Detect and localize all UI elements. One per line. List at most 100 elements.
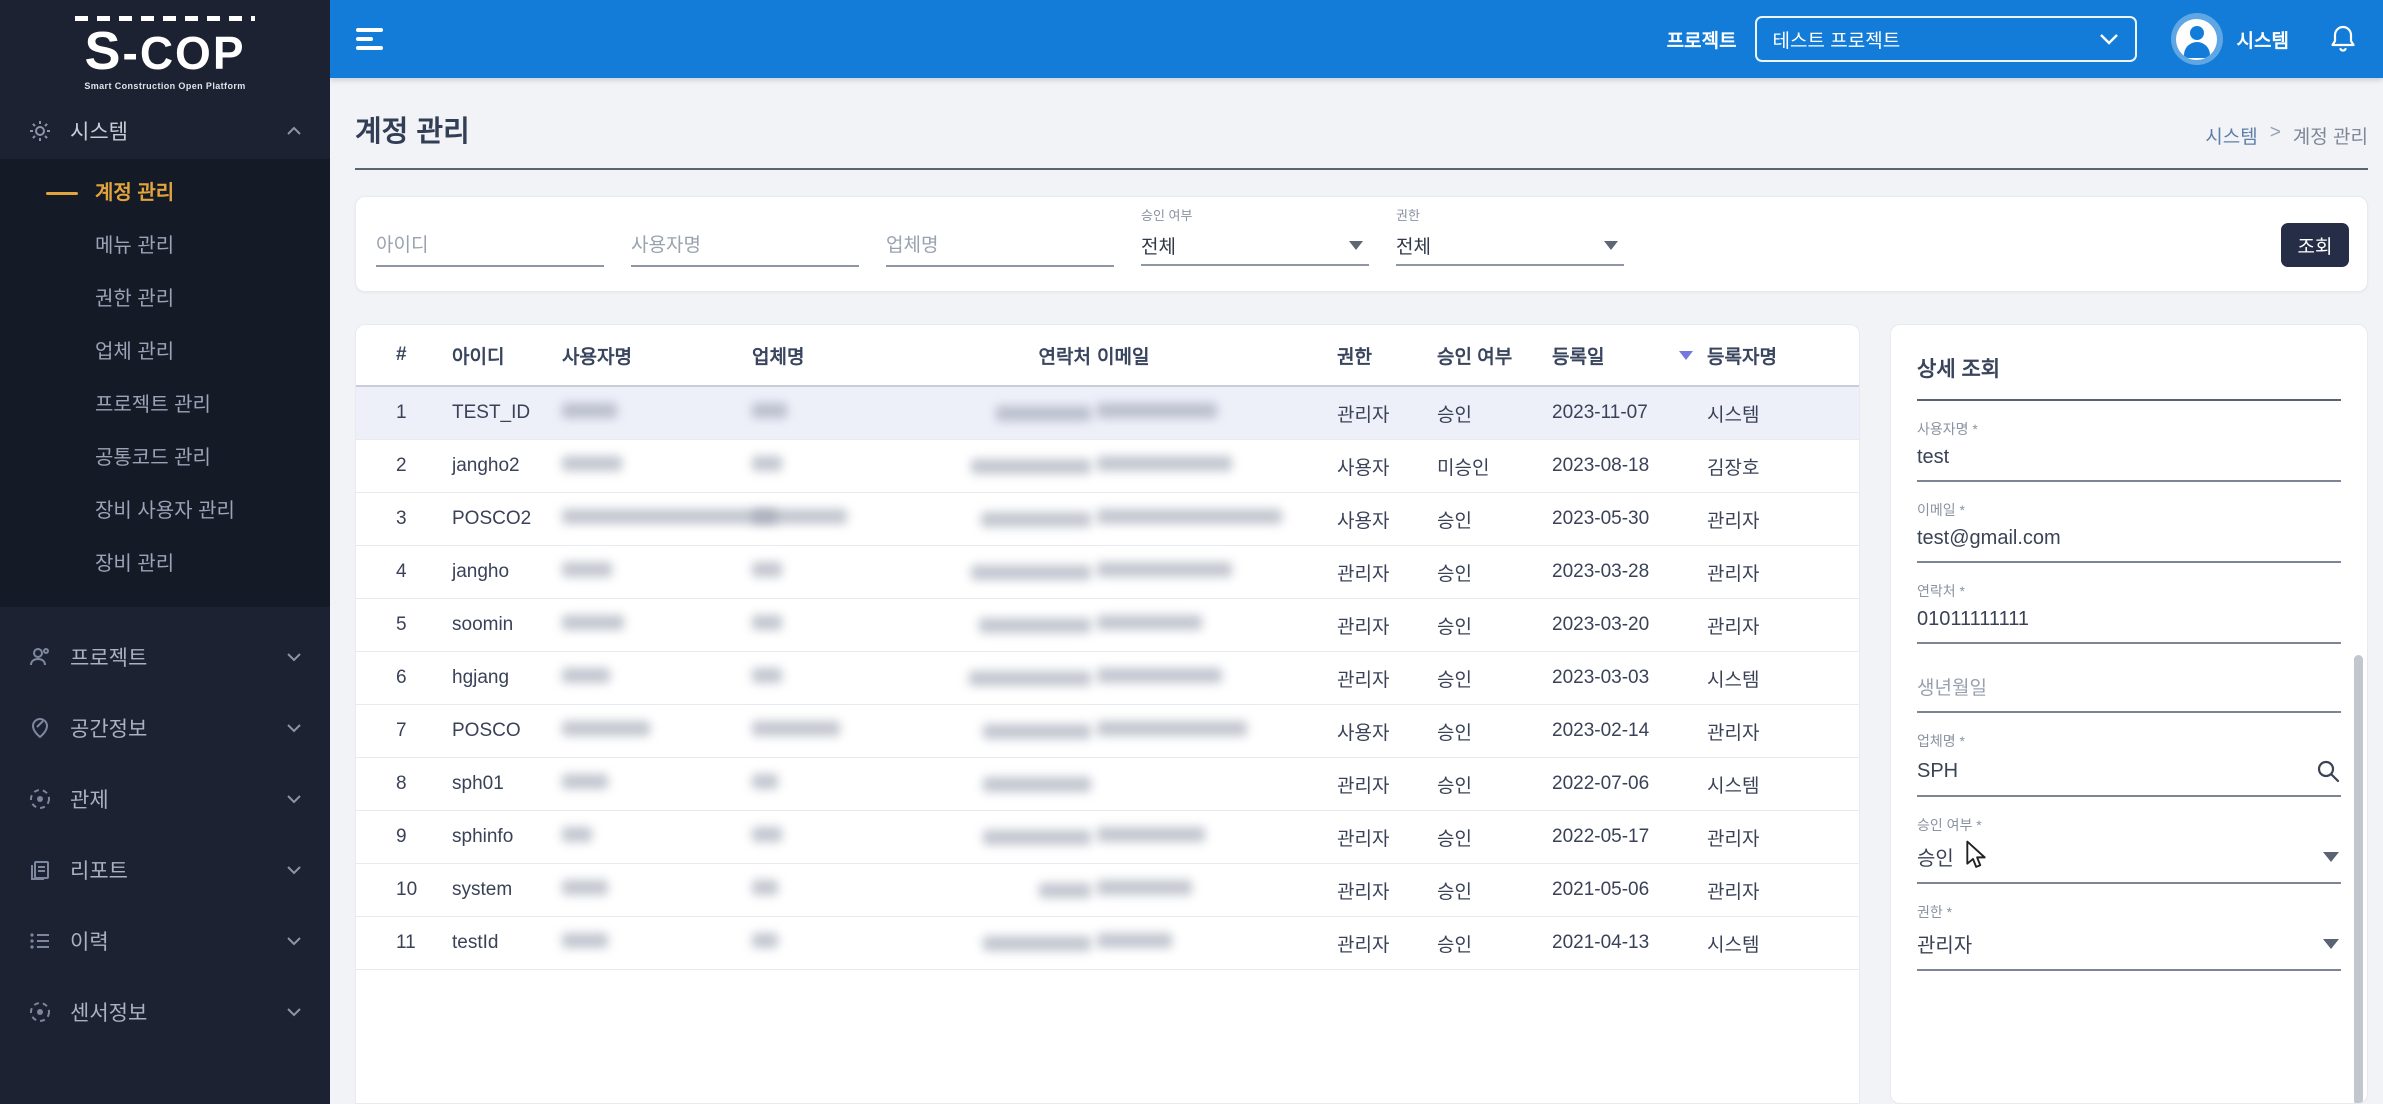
col-header-approval[interactable]: 승인 여부 xyxy=(1437,342,1552,369)
cell-email-redacted xyxy=(1097,720,1337,742)
cell-phone-redacted xyxy=(912,723,1097,739)
cell-company-redacted xyxy=(752,773,912,795)
sidebar-item-sensor-info[interactable]: 센서정보 xyxy=(0,976,330,1047)
project-label: 프로젝트 xyxy=(1666,30,1737,52)
detail-approval-select[interactable]: 승인 xyxy=(1917,835,2341,884)
avatar-icon xyxy=(2176,18,2218,60)
table-row[interactable]: 8 sph01 관리자 승인 2022-07-06 시스템 xyxy=(356,758,1859,811)
sidebar-item-account-mgmt[interactable]: 계정 관리 xyxy=(0,167,330,220)
col-header-id[interactable]: 아이디 xyxy=(452,342,562,369)
cell-approval: 승인 xyxy=(1437,404,1472,426)
topbar-right: 프로젝트 테스트 프로젝트 시스템 xyxy=(1667,13,2383,65)
filter-approval-select[interactable]: 승인 여부 전체 xyxy=(1141,205,1369,266)
cell-role: 사용자 xyxy=(1337,457,1390,479)
cell-username-redacted xyxy=(562,932,752,954)
cell-regdate: 2022-07-06 xyxy=(1552,773,1650,794)
cell-id: POSCO xyxy=(452,720,521,741)
detail-birthdate-input[interactable]: 생년월일 xyxy=(1917,673,1987,700)
sidebar-item-company-mgmt[interactable]: 업체 관리 xyxy=(0,326,330,379)
chevron-down-icon xyxy=(286,865,302,875)
cell-approval: 미승인 xyxy=(1437,457,1490,479)
table-row[interactable]: 5 soomin 관리자 승인 2023-03-20 관리자 xyxy=(356,599,1859,652)
menu-toggle-button[interactable] xyxy=(356,23,383,55)
cell-company-redacted xyxy=(752,879,912,901)
sidebar-item-label: 시스템 xyxy=(70,121,128,144)
project-select-value: 테스트 프로젝트 xyxy=(1772,30,1901,52)
search-button[interactable]: 조회 xyxy=(2281,223,2349,267)
table-row[interactable]: 3 POSCO2 사용자 승인 2023-05-30 관리자 xyxy=(356,493,1859,546)
sidebar-item-report[interactable]: 리포트 xyxy=(0,834,330,905)
table-row[interactable]: 1 TEST_ID 관리자 승인 2023-11-07 시스템 xyxy=(356,387,1859,440)
table-row[interactable]: 9 sphinfo 관리자 승인 2022-05-17 관리자 xyxy=(356,811,1859,864)
col-header-company[interactable]: 업체명 xyxy=(752,342,912,369)
cell-email-redacted xyxy=(1097,455,1337,477)
cell-username-redacted xyxy=(562,561,752,583)
company-search-button[interactable] xyxy=(2315,758,2341,784)
cell-username-redacted xyxy=(562,720,752,742)
table-row[interactable]: 7 POSCO 사용자 승인 2023-02-14 관리자 xyxy=(356,705,1859,758)
table-row[interactable]: 4 jangho 관리자 승인 2023-03-28 관리자 xyxy=(356,546,1859,599)
sidebar-item-commoncode-mgmt[interactable]: 공통코드 관리 xyxy=(0,432,330,485)
cell-email-redacted xyxy=(1097,614,1337,636)
cell-registrar: 관리자 xyxy=(1707,563,1760,585)
sidebar-item-control[interactable]: 관제 xyxy=(0,763,330,834)
detail-field-email: 이메일 * test@gmail.com xyxy=(1917,500,2341,563)
col-header-username[interactable]: 사용자명 xyxy=(562,342,752,369)
detail-company-input[interactable]: SPH xyxy=(1917,760,1958,783)
cell-role: 관리자 xyxy=(1337,881,1390,903)
notification-bell-button[interactable] xyxy=(2329,24,2357,54)
sidebar-item-permission-mgmt[interactable]: 권한 관리 xyxy=(0,273,330,326)
table-row[interactable]: 6 hgjang 관리자 승인 2023-03-03 시스템 xyxy=(356,652,1859,705)
sidebar-item-menu-mgmt[interactable]: 메뉴 관리 xyxy=(0,220,330,273)
cell-approval: 승인 xyxy=(1437,775,1472,797)
filter-username-input[interactable] xyxy=(631,227,859,267)
filter-company-input[interactable] xyxy=(886,227,1114,267)
sidebar-item-project[interactable]: 프로젝트 xyxy=(0,621,330,692)
col-header-regdate[interactable]: 등록일 xyxy=(1552,342,1707,369)
cell-username-redacted xyxy=(562,402,752,424)
sidebar-item-label: 센서정보 xyxy=(70,1001,148,1025)
cell-role: 사용자 xyxy=(1337,510,1390,532)
filter-role-select[interactable]: 권한 전체 xyxy=(1396,205,1624,266)
detail-phone-input[interactable]: 01011111111 xyxy=(1917,608,2029,631)
search-filter-panel: 승인 여부 전체 권한 전체 조회 xyxy=(355,196,2368,292)
sidebar-item-equipment-mgmt[interactable]: 장비 관리 xyxy=(0,538,330,591)
cell-company-redacted xyxy=(752,402,912,424)
col-header-phone[interactable]: 연락처 xyxy=(912,342,1097,369)
cell-regdate: 2023-11-07 xyxy=(1552,402,1648,423)
detail-panel: 상세 조회 사용자명 * test 이메일 * test@gmail.com 연… xyxy=(1890,324,2368,1104)
table-row[interactable]: 11 testId 관리자 승인 2021-04-13 시스템 xyxy=(356,917,1859,970)
detail-email-input[interactable]: test@gmail.com xyxy=(1917,527,2061,550)
detail-username-input[interactable]: test xyxy=(1917,446,1949,469)
detail-scrollbar[interactable] xyxy=(2354,655,2363,1103)
field-label: 연락처 * xyxy=(1917,583,1965,599)
cell-email-redacted xyxy=(1097,402,1337,424)
top-header-bar: 프로젝트 테스트 프로젝트 시스템 xyxy=(330,0,2383,78)
sidebar-item-project-mgmt[interactable]: 프로젝트 관리 xyxy=(0,379,330,432)
col-header-registrar[interactable]: 등록자명 xyxy=(1707,342,1829,369)
cell-phone-redacted xyxy=(912,882,1097,898)
col-header-role[interactable]: 권한 xyxy=(1337,342,1437,369)
user-avatar[interactable] xyxy=(2170,13,2223,65)
cell-registrar: 시스템 xyxy=(1707,934,1760,956)
cell-id: sph01 xyxy=(452,773,504,794)
table-row[interactable]: 2 jangho2 사용자 미승인 2023-08-18 김장호 xyxy=(356,440,1859,493)
col-header-email[interactable]: 이메일 xyxy=(1097,342,1337,369)
detail-role-select[interactable]: 관리자 xyxy=(1917,922,2341,971)
sidebar: S-COP Smart Construction Open Platform 시… xyxy=(0,0,330,1104)
app-logo[interactable]: S-COP Smart Construction Open Platform xyxy=(0,0,330,103)
sidebar-item-spatial-info[interactable]: 공간정보 xyxy=(0,692,330,763)
cell-role: 관리자 xyxy=(1337,934,1390,956)
page-title: 계정 관리 xyxy=(355,116,470,148)
sidebar-item-system[interactable]: 시스템 xyxy=(0,103,330,159)
project-select[interactable]: 테스트 프로젝트 xyxy=(1754,16,2137,62)
filter-id-input[interactable] xyxy=(376,227,604,267)
cell-id: jangho2 xyxy=(452,455,520,476)
breadcrumb-parent[interactable]: 시스템 xyxy=(2205,122,2257,149)
cell-id: soomin xyxy=(452,614,514,635)
sidebar-item-equipment-user-mgmt[interactable]: 장비 사용자 관리 xyxy=(0,485,330,538)
col-header-no[interactable]: # xyxy=(396,344,452,366)
table-row[interactable]: 10 system 관리자 승인 2021-05-06 관리자 xyxy=(356,864,1859,917)
chevron-down-icon xyxy=(286,652,302,662)
sidebar-item-history[interactable]: 이력 xyxy=(0,905,330,976)
